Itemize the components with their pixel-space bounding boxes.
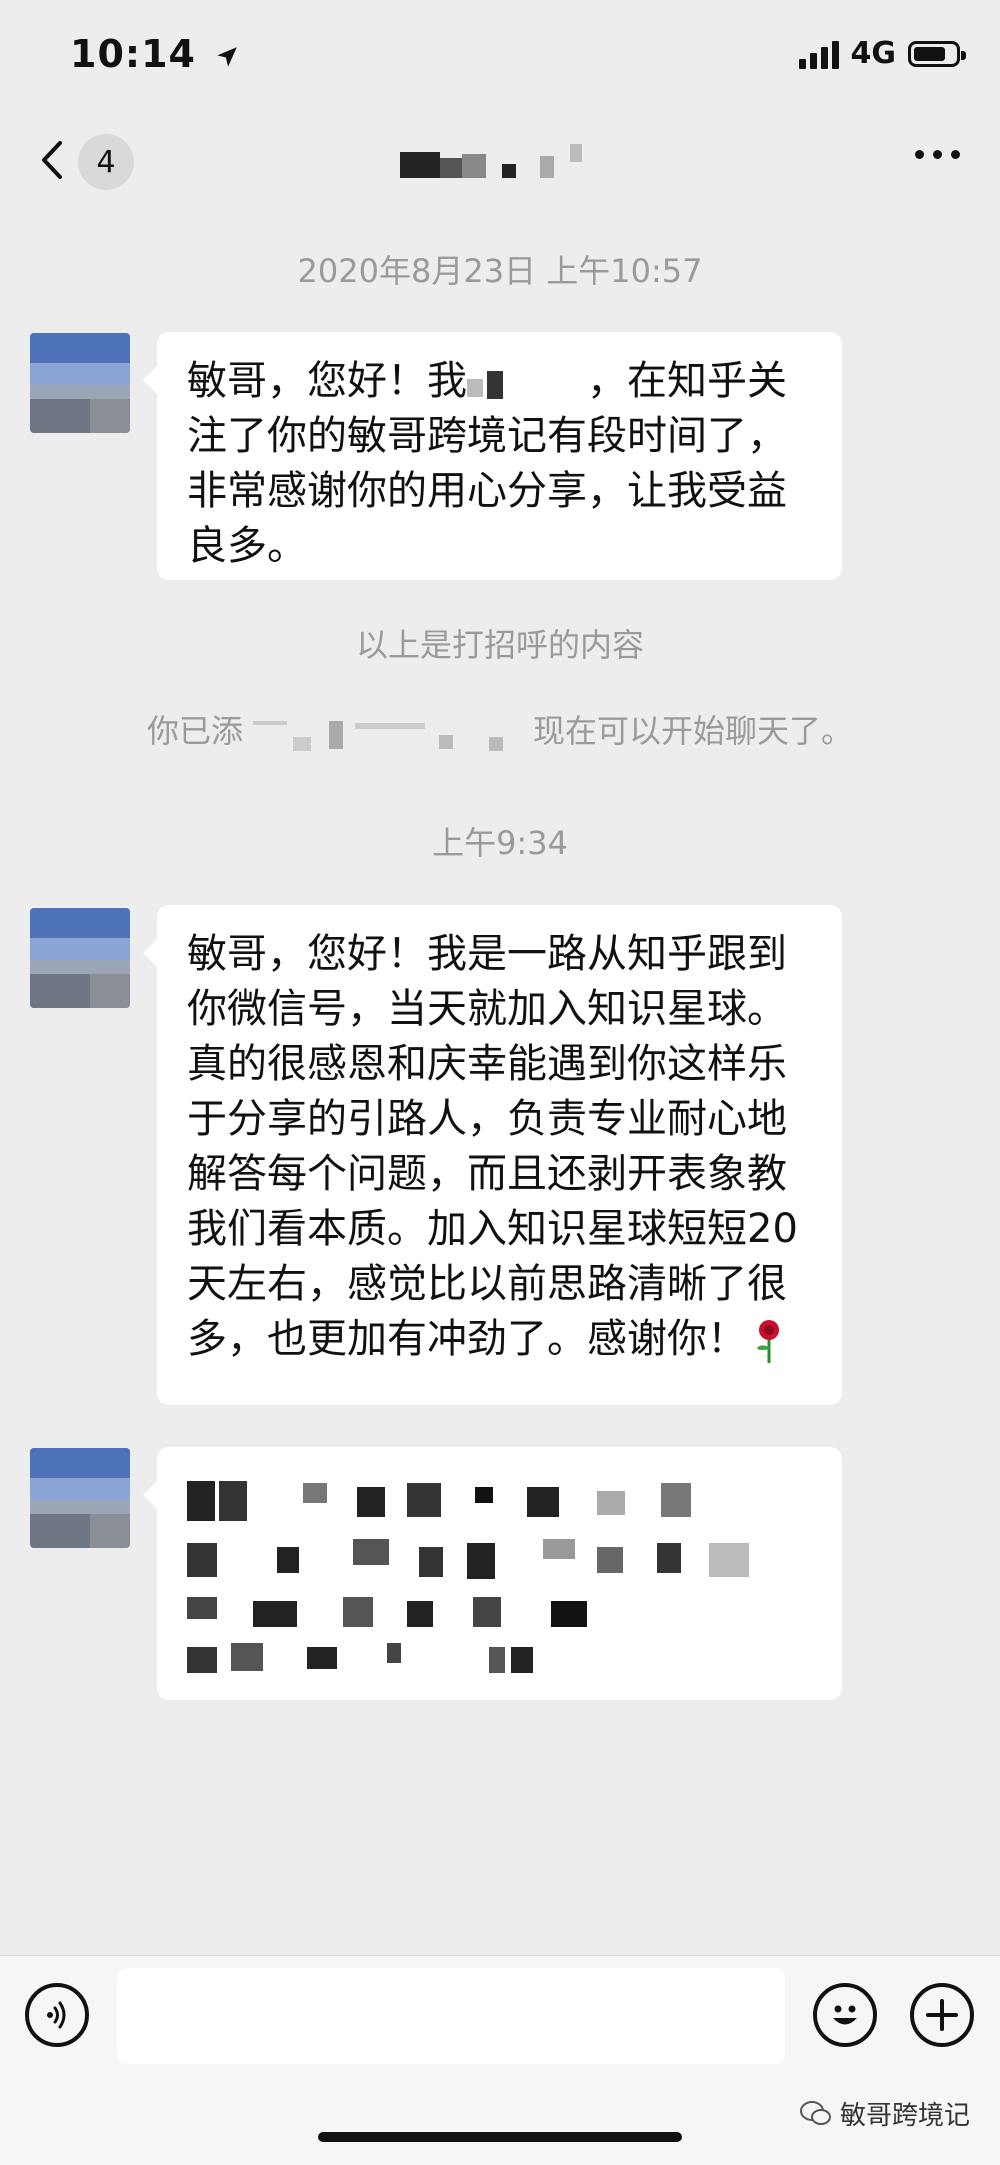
voice-icon[interactable] xyxy=(25,1983,89,2047)
emoji-icon[interactable] xyxy=(813,1983,877,2047)
system-note: 以上是打招呼的内容 xyxy=(355,626,644,664)
avatar-image xyxy=(30,333,130,433)
friend-added-note: 你已添 现在可以开始聊天了。 xyxy=(146,712,854,751)
unread-count-badge[interactable]: 4 xyxy=(78,134,134,190)
redacted-text xyxy=(157,1447,842,1700)
avatar[interactable] xyxy=(30,1448,130,1548)
watermark: 敏哥跨境记 xyxy=(799,2095,970,2132)
message-bubble[interactable]: 敏哥，您好！我 ，在知乎关注了你的敏哥跨境记有段时间了，非常感谢你的用心分享，让… xyxy=(143,332,842,580)
avatar-image xyxy=(30,908,130,1008)
plus-icon[interactable] xyxy=(910,1983,974,2047)
message-bubble[interactable]: 敏哥，您好！我是一路从知乎跟到你微信号，当天就加入知识星球。真的很感恩和庆幸能遇… xyxy=(143,905,842,1405)
location-arrow-icon xyxy=(217,46,237,67)
battery-icon xyxy=(908,40,966,67)
redacted-name xyxy=(467,365,587,401)
wechat-logo-icon xyxy=(799,2100,831,2125)
home-indicator[interactable] xyxy=(318,2132,682,2142)
timestamp: 上午9:34 xyxy=(432,824,568,862)
message-text: 敏哥，您好！我 xyxy=(187,358,467,404)
avatar[interactable] xyxy=(30,333,130,433)
avatar-image xyxy=(30,1448,130,1548)
signal-icon xyxy=(798,39,839,69)
timestamp: 2020年8月23日 上午10:57 xyxy=(297,252,703,290)
rose-emoji-icon xyxy=(757,1320,779,1363)
back-chevron-icon[interactable] xyxy=(30,135,80,185)
message-bubble-redacted[interactable] xyxy=(143,1447,842,1700)
network-label: 4G xyxy=(850,36,897,71)
more-dots-icon[interactable] xyxy=(915,150,960,159)
status-time: 10:14 xyxy=(70,32,240,76)
redacted-contact xyxy=(243,715,533,751)
contact-name-redacted xyxy=(390,142,610,188)
status-indicators: 4G xyxy=(798,36,966,71)
message-input[interactable] xyxy=(117,1968,785,2064)
avatar[interactable] xyxy=(30,908,130,1008)
message-text: 敏哥，您好！我是一路从知乎跟到你微信号，当天就加入知识星球。真的很感恩和庆幸能遇… xyxy=(187,931,798,1362)
